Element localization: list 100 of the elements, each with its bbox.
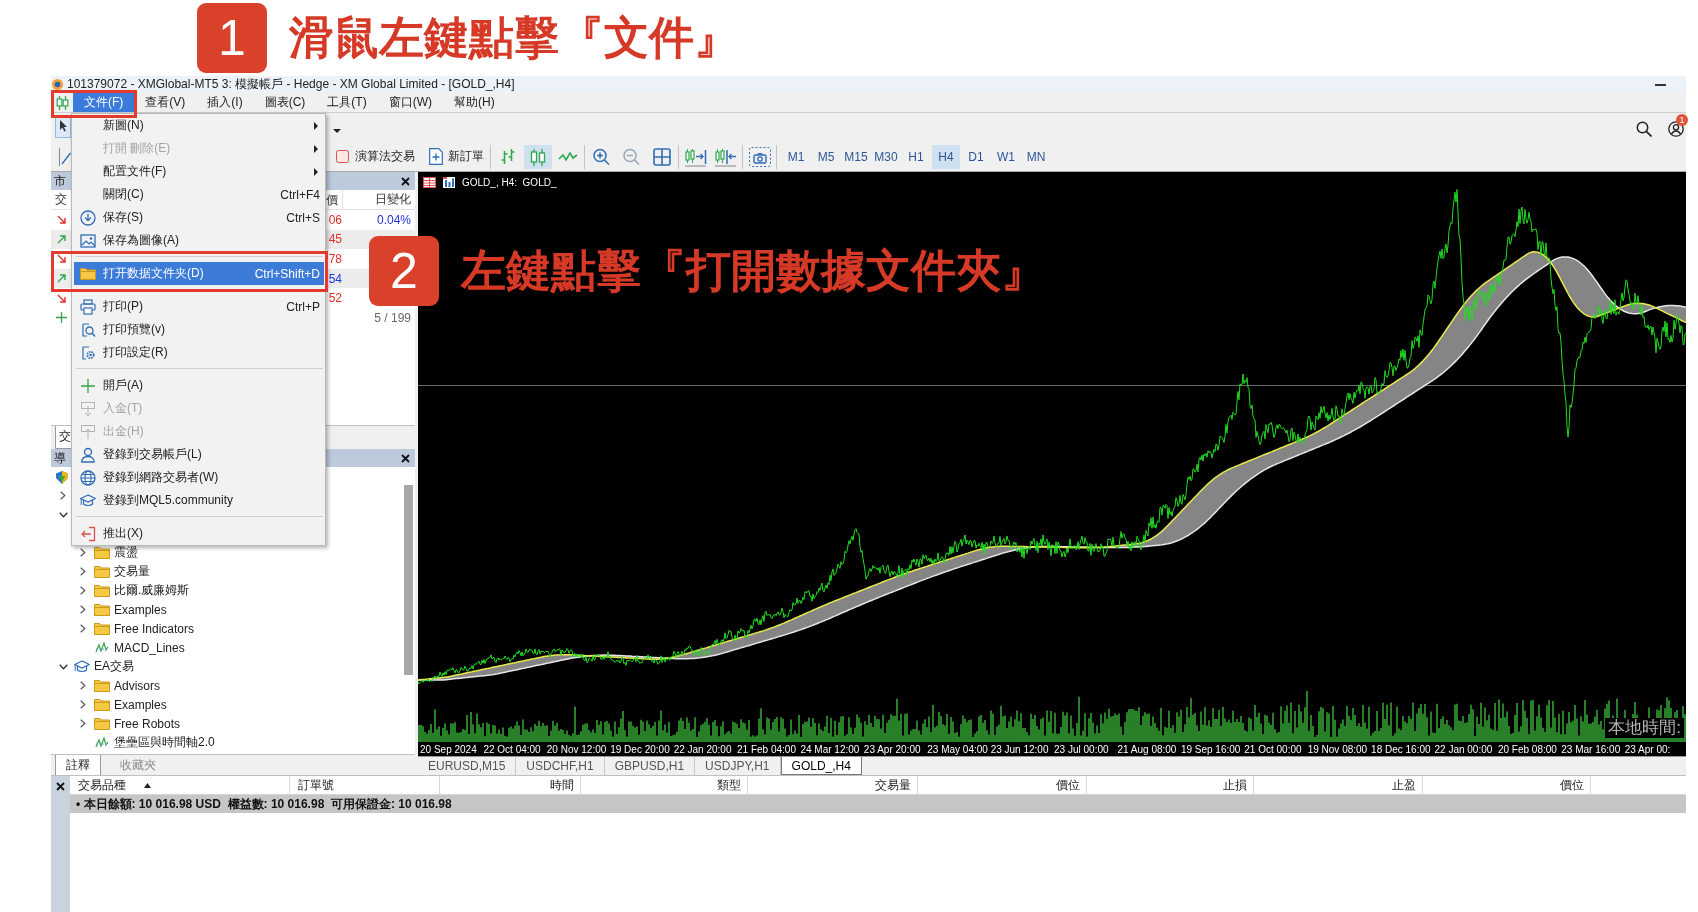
algo-trading-button[interactable]: 演算法交易 (333, 144, 418, 169)
timeframe-button[interactable]: M1 (782, 144, 810, 169)
timeframe-button[interactable]: M5 (812, 144, 840, 169)
menu-item[interactable]: 登錄到MQL5.community (74, 489, 324, 512)
menu-item[interactable]: 保存為圖像(A) (74, 229, 324, 252)
menu-item[interactable]: 工具(T) (316, 93, 378, 112)
scrollbar-thumb[interactable] (403, 485, 413, 675)
axis-label: 22 Oct 04:00 (483, 744, 541, 755)
panel-title: 市 (54, 172, 66, 190)
menu-item[interactable]: 開戶(A) (74, 374, 324, 397)
chevron-right-icon[interactable] (80, 586, 86, 595)
chevron-right-icon[interactable] (80, 605, 86, 614)
chevron-right-icon[interactable] (80, 700, 86, 709)
tree-item[interactable]: 比爾.威廉姆斯 (114, 582, 190, 599)
menu-item[interactable]: 打印(P) Ctrl+P (74, 295, 324, 318)
menu-item[interactable]: 新圖(N) (74, 114, 324, 137)
column-header[interactable]: 止損 (1087, 776, 1254, 794)
column-header[interactable]: 交易品種 (70, 776, 290, 794)
timeframe-button[interactable]: MN (1022, 144, 1050, 169)
screenshot-icon[interactable] (746, 144, 774, 169)
timeframe-button[interactable]: M15 (842, 144, 870, 169)
close-icon[interactable] (401, 453, 410, 463)
chevron-down-icon[interactable] (58, 511, 68, 518)
menu-item[interactable]: 打印設定(R) (74, 341, 324, 364)
menu-item[interactable]: 登錄到交易帳戶(L) (74, 443, 324, 466)
column-header[interactable]: 類型 (581, 776, 748, 794)
tab[interactable]: GOLD_,H4 (780, 757, 862, 775)
tree-item[interactable]: 震盪 (114, 544, 138, 561)
column-header[interactable]: 訂單號 (290, 776, 440, 794)
menu-item[interactable]: 窗口(W) (377, 93, 443, 112)
menu-item[interactable]: 推出(X) (74, 522, 324, 545)
close-icon[interactable] (401, 176, 410, 186)
user-icon (79, 446, 96, 463)
plus-icon[interactable] (55, 312, 67, 324)
menu-item[interactable]: 插入(I) (196, 93, 254, 112)
timeframe-button[interactable]: H4 (932, 144, 960, 169)
axis-label: 19 Dec 20:00 (610, 744, 670, 755)
menu-item[interactable]: 關閉(C) Ctrl+F4 (74, 183, 324, 206)
menu-item[interactable]: 配置文件(F) (74, 160, 324, 183)
tree-item[interactable]: Examples (114, 697, 167, 712)
timeframe-button[interactable]: H1 (902, 144, 930, 169)
menu-item[interactable]: 登錄到網路交易者(W) (74, 466, 324, 489)
new-order-button[interactable]: 新訂單 (426, 144, 487, 169)
column-header[interactable]: 止盈 (1254, 776, 1423, 794)
chevron-down-icon[interactable] (58, 663, 68, 670)
tree-item[interactable]: EA交易 (94, 658, 134, 675)
plus-icon (79, 377, 96, 394)
column-header[interactable]: 日變化 (375, 192, 411, 206)
menu-item[interactable]: 打印預覽(v) (74, 318, 324, 341)
axis-label: 22 Jan 00:00 (1434, 744, 1493, 755)
column-header[interactable]: 價位 (918, 776, 1087, 794)
axis-label: 21 Feb 04:00 (737, 744, 796, 755)
folder-icon (79, 267, 96, 280)
tree-item[interactable]: Free Indicators (114, 621, 195, 636)
folder-icon (94, 603, 110, 616)
chevron-right-icon[interactable] (80, 719, 86, 728)
timeframe-button[interactable]: D1 (962, 144, 990, 169)
tree-item[interactable]: Advisors (114, 678, 160, 693)
menu-item[interactable]: 圖表(C) (253, 93, 317, 112)
axis-label: 23 Mar 16:00 (1561, 744, 1621, 755)
menu-item[interactable]: 幫助(H) (443, 93, 506, 112)
column-header[interactable]: 交易量 (748, 776, 918, 794)
shortcut-text: Ctrl+P (286, 299, 321, 314)
chevron-right-icon[interactable] (80, 624, 86, 633)
tree-item[interactable]: 交易量 (114, 563, 150, 580)
chevron-right-icon[interactable] (80, 681, 86, 690)
chevron-right-icon[interactable] (60, 491, 66, 500)
checkbox-icon[interactable] (336, 150, 349, 163)
menu-item[interactable]: 查看(V) (134, 93, 197, 112)
chevron-right-icon[interactable] (80, 567, 86, 576)
tree-item[interactable]: 堡壘區與時間軸2.0 (114, 734, 215, 751)
candlestick-icon[interactable] (524, 144, 552, 169)
timeframe-button[interactable]: W1 (992, 144, 1020, 169)
tree-item[interactable]: Free Robots (114, 716, 181, 731)
printer-icon (79, 298, 96, 315)
cursor-icon[interactable] (55, 115, 71, 138)
folder-icon (94, 717, 110, 730)
table-cell: 0.04% (376, 212, 411, 227)
step-number-badge: 1 (197, 3, 267, 73)
sort-arrow-icon (144, 782, 151, 788)
chevron-right-icon[interactable] (80, 548, 86, 557)
menu-item[interactable]: 文件(F) (73, 93, 135, 112)
minimize-icon[interactable] (1655, 83, 1666, 86)
menu-item[interactable]: 打开数据文件夹(D) Ctrl+Shift+D (74, 262, 324, 285)
folder-icon (94, 698, 110, 711)
caret-icon[interactable] (333, 128, 341, 133)
close-icon[interactable] (56, 782, 65, 791)
column-header[interactable]: 交 (55, 191, 67, 208)
tree-item[interactable]: Examples (114, 602, 167, 617)
trendline-icon[interactable] (59, 147, 71, 166)
column-header[interactable]: 價位 (1423, 776, 1591, 794)
column-header[interactable]: 時間 (440, 776, 581, 794)
tray-up-icon (79, 423, 96, 440)
column-header[interactable]: 價 (326, 192, 338, 207)
axis-label: 23 May 04:00 (927, 744, 988, 755)
panel-title: 導 (54, 449, 66, 467)
menu-item[interactable]: 保存(S) Ctrl+S (74, 206, 324, 229)
search-icon[interactable] (1636, 120, 1652, 137)
tree-item[interactable]: MACD_Lines (114, 640, 185, 655)
timeframe-button[interactable]: M30 (872, 144, 900, 169)
